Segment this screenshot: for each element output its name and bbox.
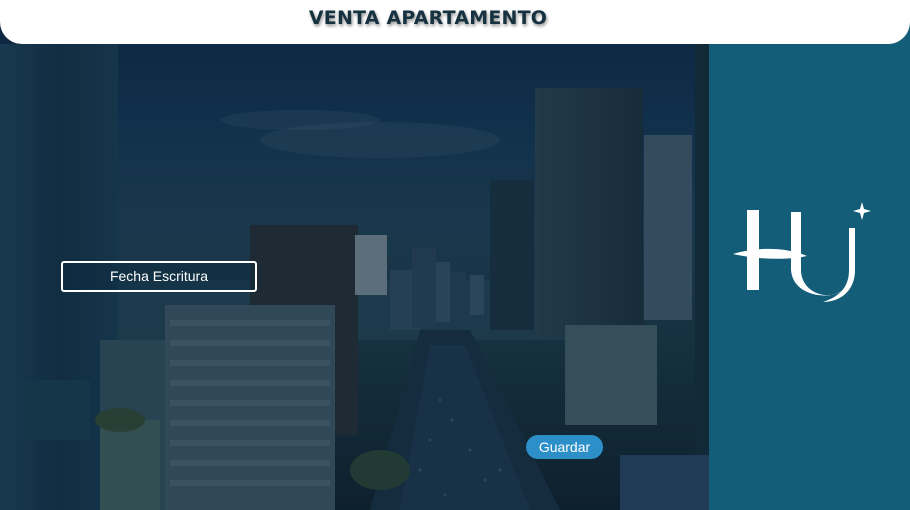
hu-monogram-logo xyxy=(733,202,871,302)
save-button[interactable]: Guardar xyxy=(526,435,603,459)
brand-panel xyxy=(709,0,910,510)
page: VENTA APARTAMENTO Fecha Escritura Guarda… xyxy=(0,0,910,510)
fecha-escritura-field[interactable]: Fecha Escritura xyxy=(61,261,257,292)
page-title: VENTA APARTAMENTO xyxy=(308,7,548,29)
header-bar: VENTA APARTAMENTO xyxy=(0,0,910,44)
photo-dark-overlay xyxy=(0,0,709,510)
city-background-image xyxy=(0,0,709,510)
